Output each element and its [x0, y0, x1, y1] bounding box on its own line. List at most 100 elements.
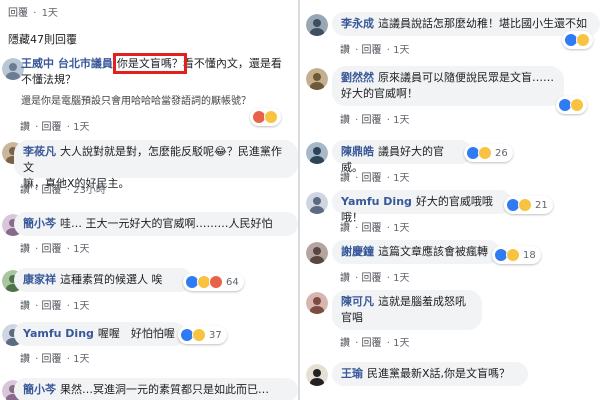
reply-link[interactable]: 回覆 — [42, 354, 62, 365]
comment-actions: 讚 · 回覆 · 1天 — [20, 301, 90, 312]
reaction-summary[interactable] — [562, 31, 593, 49]
time: 1天 — [73, 244, 90, 255]
top-actions: 回覆 · 1天 — [8, 4, 60, 19]
comment-actions: 讚 · 回覆 · 1天 — [20, 122, 90, 133]
reply-link[interactable]: 回覆 — [362, 115, 382, 126]
reply-link[interactable]: 回覆 — [42, 185, 62, 196]
time: 1天 — [393, 45, 410, 56]
commenter-name[interactable]: 劉然然 — [341, 71, 374, 84]
commenter-name[interactable]: 簡小芩 — [23, 383, 56, 396]
comment-text: 喔喔 好怕怕喔 — [97, 327, 175, 340]
reaction-summary[interactable] — [556, 96, 587, 114]
reaction-count: 18 — [523, 249, 536, 261]
reply-link[interactable]: 回覆 — [362, 223, 382, 234]
reaction-count: 64 — [226, 276, 239, 288]
time: 1天 — [41, 8, 58, 19]
commenter-name[interactable]: Yamfu Ding — [341, 195, 412, 208]
commenter-name[interactable]: 謝慶鐘 — [341, 245, 374, 258]
comment-bubble: Yamfu Ding 好大的官威哦哦哦！ — [332, 190, 512, 224]
comment-text: 好大的官威啊！ — [341, 87, 418, 100]
avatar[interactable] — [306, 14, 328, 36]
comment-text: 不懂法規？ — [21, 73, 76, 86]
commenter-name[interactable]: 王威中 台北市議員 — [21, 57, 113, 70]
commenter-name[interactable]: 康家祥 — [23, 273, 56, 286]
like-link[interactable]: 讚 — [340, 273, 350, 284]
comment-bubble: 謝慶鐘 這篇文章應該會被瘋轉 — [332, 240, 500, 264]
comment-actions: 讚 · 回覆 · 1天 — [340, 115, 410, 126]
reply-link[interactable]: 回覆 — [42, 301, 62, 312]
haha-icon — [506, 248, 520, 262]
like-link[interactable]: 讚 — [340, 173, 350, 184]
angry-icon — [209, 275, 223, 289]
reply-link[interactable]: 回覆 — [42, 122, 62, 133]
avatar[interactable] — [306, 364, 328, 386]
reply-link[interactable]: 回覆 — [362, 173, 382, 184]
avatar[interactable] — [306, 192, 328, 214]
hidden-replies-link[interactable]: 隱藏47則回覆 — [8, 31, 77, 47]
comment-text: 民進黨最新X話,你是文盲嗎？ — [367, 367, 511, 380]
reply-link[interactable]: 回覆 — [8, 8, 28, 19]
time: 1天 — [393, 338, 410, 349]
reply-link[interactable]: 回覆 — [362, 45, 382, 56]
time: 1天 — [73, 122, 90, 133]
comment-text: 大人說對就是對，怎麼能反駁呢😂？民進黨作文 — [23, 145, 282, 174]
commenter-name[interactable]: 李莜凡 — [23, 145, 56, 158]
like-link[interactable]: 讚 — [340, 115, 350, 126]
reply-link[interactable]: 回覆 — [362, 338, 382, 349]
reaction-summary[interactable]: 64 — [183, 273, 244, 291]
time: 1天 — [393, 115, 410, 126]
reply-link[interactable]: 回覆 — [362, 273, 382, 284]
comment-actions: 讚 · 回覆 · 1天 — [20, 244, 90, 255]
like-link[interactable]: 讚 — [20, 301, 30, 312]
haha-icon — [264, 110, 278, 124]
commenter-name[interactable]: 陳鼎皓 — [341, 145, 374, 158]
reaction-count: 21 — [535, 199, 548, 211]
comment-actions: 讚 · 回覆 · 1天 — [340, 273, 410, 284]
comment-text: 這就是腦羞成怒吼 — [378, 295, 466, 308]
time: 23小時 — [73, 185, 106, 196]
haha-icon — [192, 328, 206, 342]
comment-bubble: 陳可凡 這就是腦羞成怒吼 官唱 — [332, 290, 482, 330]
haha-icon — [570, 98, 584, 112]
like-link[interactable]: 讚 — [20, 244, 30, 255]
comment-bubble: 康家祥 這種素質的候選人 唉 — [14, 268, 192, 292]
commenter-name[interactable]: 簡小芩 — [23, 217, 56, 230]
commenter-name[interactable]: 陳可凡 — [341, 295, 374, 308]
reaction-count: 37 — [209, 329, 222, 341]
comment-bubble: 簡小芩 果然…冥進洞一元的素質都只是如此而已… — [14, 378, 298, 400]
reaction-summary[interactable]: 18 — [492, 246, 541, 264]
reaction-summary[interactable]: 26 — [464, 144, 513, 162]
commenter-name[interactable]: 李永成 — [341, 17, 374, 30]
comment-actions: 讚 · 回覆 · 1天 — [340, 45, 410, 56]
avatar[interactable] — [306, 68, 328, 90]
avatar[interactable] — [306, 142, 328, 164]
comment-text: 官唱 — [341, 311, 363, 324]
like-link[interactable]: 讚 — [20, 354, 30, 365]
like-link[interactable]: 讚 — [340, 223, 350, 234]
comment-bubble: 李莜凡 大人說對就是對，怎麼能反駁呢😂？民進黨作文 嘛，真他X的好民主。 — [14, 140, 298, 190]
sep: · — [33, 8, 37, 19]
comment-bubble: 劉然然 原來議員可以隨便說民眾是文盲…… 好大的官威啊！ — [332, 66, 564, 106]
avatar[interactable] — [306, 242, 328, 264]
time: 1天 — [73, 354, 90, 365]
commenter-name[interactable]: 王瑜 — [341, 367, 363, 380]
reaction-summary[interactable]: 37 — [178, 326, 227, 344]
like-link[interactable]: 讚 — [20, 185, 30, 196]
comment-text: 還是你是電腦預設只會用哈哈哈當發語詞的厭帳號？ — [21, 96, 251, 107]
commenter-name[interactable]: Yamfu Ding — [23, 327, 94, 340]
red-highlight-box — [113, 53, 187, 74]
like-link[interactable]: 讚 — [340, 45, 350, 56]
like-link[interactable]: 讚 — [20, 122, 30, 133]
comment-text: 這篇文章應該會被瘋轉 — [378, 245, 488, 258]
comment-bubble: 王瑜 民進黨最新X話,你是文盲嗎？ — [332, 362, 528, 386]
comment-actions: 讚 · 回覆 · 1天 — [340, 223, 410, 234]
comment-actions: 讚 · 回覆 · 1天 — [340, 173, 410, 184]
comment-bubble: 李永成 這議員說話怎那麼幼稚！堪比國小生還不如 — [332, 12, 600, 36]
reply-link[interactable]: 回覆 — [42, 244, 62, 255]
comment-bubble: 簡小芩 哇… 王大一元好大的官威啊………人民好怕 — [14, 212, 298, 236]
comment-bubble: 陳鼎皓 議員好大的官威。 — [332, 140, 472, 174]
reaction-summary[interactable] — [250, 108, 281, 126]
like-link[interactable]: 讚 — [340, 338, 350, 349]
reaction-summary[interactable]: 21 — [504, 196, 553, 214]
avatar[interactable] — [306, 292, 328, 314]
